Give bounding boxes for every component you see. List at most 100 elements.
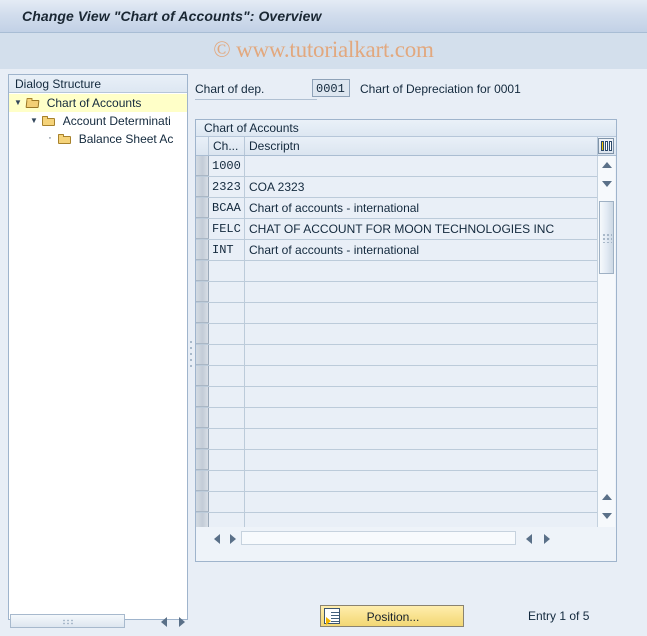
table-row[interactable] — [196, 324, 598, 345]
row-select-button[interactable] — [196, 387, 209, 407]
position-button[interactable]: Position... — [320, 605, 464, 627]
cell-description[interactable] — [245, 387, 598, 407]
row-select-button[interactable] — [196, 366, 209, 386]
table-settings-icon[interactable] — [598, 138, 614, 154]
row-select-button[interactable] — [196, 450, 209, 470]
table-row[interactable] — [196, 261, 598, 282]
scroll-page-down-button[interactable] — [599, 508, 614, 523]
cell-description[interactable] — [245, 261, 598, 281]
cell-code[interactable] — [209, 513, 245, 527]
scroll-up-button[interactable] — [599, 157, 614, 172]
table-row[interactable] — [196, 366, 598, 387]
cell-code[interactable] — [209, 324, 245, 344]
panel-splitter[interactable] — [188, 74, 195, 620]
cell-code[interactable] — [209, 408, 245, 428]
cell-code[interactable]: 2323 — [209, 177, 245, 197]
cell-description[interactable] — [245, 324, 598, 344]
cell-code[interactable] — [209, 303, 245, 323]
cell-code[interactable] — [209, 366, 245, 386]
row-select-button[interactable] — [196, 324, 209, 344]
row-select-button[interactable] — [196, 408, 209, 428]
table-row[interactable] — [196, 471, 598, 492]
row-select-button[interactable] — [196, 492, 209, 512]
table-row[interactable]: FELC CHAT OF ACCOUNT FOR MOON TECHNOLOGIE… — [196, 219, 598, 240]
row-select-button[interactable] — [196, 177, 209, 197]
select-all-column-header[interactable] — [196, 137, 209, 155]
table-row[interactable] — [196, 492, 598, 513]
cell-code[interactable]: BCAA — [209, 198, 245, 218]
row-select-button[interactable] — [196, 198, 209, 218]
row-select-button[interactable] — [196, 282, 209, 302]
cell-description[interactable]: CHAT OF ACCOUNT FOR MOON TECHNOLOGIES IN… — [245, 219, 598, 239]
row-select-button[interactable] — [196, 261, 209, 281]
scroll-page-up-button[interactable] — [599, 489, 614, 504]
cell-code[interactable] — [209, 450, 245, 470]
table-row[interactable] — [196, 513, 598, 527]
cell-code[interactable] — [209, 471, 245, 491]
cell-description[interactable]: Chart of accounts - international — [245, 198, 598, 218]
cell-code[interactable] — [209, 345, 245, 365]
sidebar-item-balance-sheet-accounts[interactable]: · Balance Sheet Ac — [9, 130, 187, 148]
cell-description[interactable] — [245, 408, 598, 428]
table-row[interactable]: BCAA Chart of accounts - international — [196, 198, 598, 219]
table-horizontal-scrollbar[interactable] — [209, 530, 615, 547]
table-row[interactable] — [196, 303, 598, 324]
sidebar-item-chart-of-accounts[interactable]: ▼ Chart of Accounts — [9, 94, 187, 112]
table-row[interactable] — [196, 450, 598, 471]
row-select-button[interactable] — [196, 219, 209, 239]
cell-code[interactable]: INT — [209, 240, 245, 260]
hscroll-page-left-button[interactable] — [521, 531, 536, 546]
column-header-description[interactable]: Descriptn — [245, 137, 598, 155]
hscroll-right-button[interactable] — [225, 531, 240, 546]
cell-code[interactable]: 1000 — [209, 156, 245, 176]
cell-description[interactable] — [245, 156, 598, 176]
scrollbar-thumb[interactable] — [10, 614, 125, 628]
table-row[interactable] — [196, 345, 598, 366]
row-select-button[interactable] — [196, 345, 209, 365]
table-row[interactable]: 1000 — [196, 156, 598, 177]
table-row[interactable] — [196, 408, 598, 429]
cell-description[interactable] — [245, 429, 598, 449]
cell-description[interactable]: COA 2323 — [245, 177, 598, 197]
row-select-button[interactable] — [196, 156, 209, 176]
expand-collapse-icon[interactable]: ▼ — [13, 94, 23, 112]
row-select-button[interactable] — [196, 471, 209, 491]
table-row[interactable] — [196, 282, 598, 303]
row-select-button[interactable] — [196, 240, 209, 260]
expand-collapse-icon[interactable]: ▼ — [29, 112, 39, 130]
scroll-right-button[interactable] — [174, 614, 189, 629]
table-row[interactable] — [196, 429, 598, 450]
sidebar-horizontal-scrollbar[interactable] — [8, 613, 188, 629]
scrollbar-track[interactable] — [241, 531, 516, 545]
cell-description[interactable] — [245, 513, 598, 527]
cell-code[interactable]: FELC — [209, 219, 245, 239]
chart-of-dep-input[interactable] — [312, 79, 350, 97]
scroll-down-button[interactable] — [599, 176, 614, 191]
hscroll-left-button[interactable] — [209, 531, 224, 546]
table-vertical-scrollbar[interactable] — [597, 156, 615, 527]
cell-code[interactable] — [209, 492, 245, 512]
cell-description[interactable] — [245, 303, 598, 323]
cell-code[interactable] — [209, 261, 245, 281]
cell-description[interactable] — [245, 366, 598, 386]
cell-code[interactable] — [209, 429, 245, 449]
cell-description[interactable] — [245, 492, 598, 512]
row-select-button[interactable] — [196, 303, 209, 323]
table-row[interactable]: 2323 COA 2323 — [196, 177, 598, 198]
cell-description[interactable] — [245, 345, 598, 365]
row-select-button[interactable] — [196, 513, 209, 527]
cell-code[interactable] — [209, 282, 245, 302]
cell-description[interactable] — [245, 471, 598, 491]
cell-code[interactable] — [209, 387, 245, 407]
table-row[interactable]: INT Chart of accounts - international — [196, 240, 598, 261]
cell-description[interactable] — [245, 282, 598, 302]
cell-description[interactable]: Chart of accounts - international — [245, 240, 598, 260]
column-header-code[interactable]: Ch... — [209, 137, 245, 155]
sidebar-item-account-determination[interactable]: ▼ Account Determinati — [9, 112, 187, 130]
row-select-button[interactable] — [196, 429, 209, 449]
scrollbar-thumb[interactable] — [599, 201, 614, 274]
table-row[interactable] — [196, 387, 598, 408]
cell-description[interactable] — [245, 450, 598, 470]
hscroll-page-right-button[interactable] — [539, 531, 554, 546]
scroll-left-button[interactable] — [156, 614, 171, 629]
